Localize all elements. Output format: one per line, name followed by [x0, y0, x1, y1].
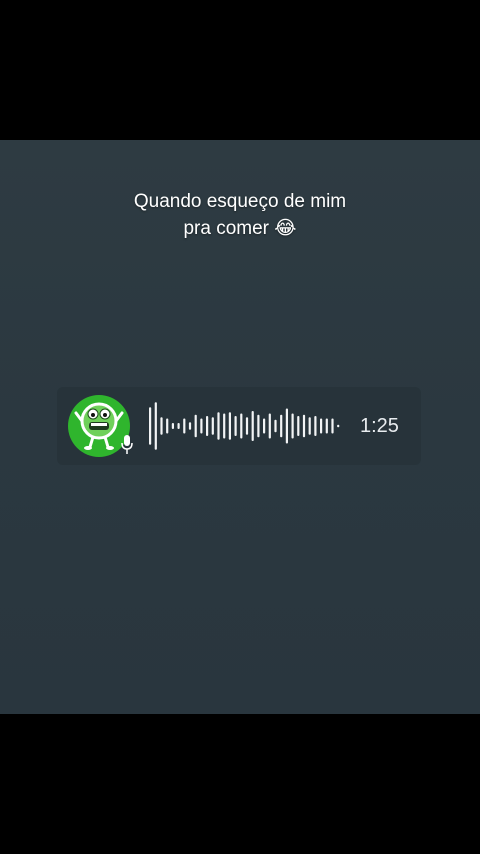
waveform-bar — [228, 412, 231, 440]
waveform-bar — [285, 408, 288, 444]
waveform-bar — [263, 418, 266, 434]
waveform-bar — [166, 418, 169, 434]
waveform-bar — [177, 423, 180, 429]
waveform-bar — [331, 418, 334, 434]
waveform-bar — [234, 416, 237, 436]
waveform-bar — [240, 413, 243, 439]
waveform-bar — [320, 418, 323, 434]
waveform-bar — [297, 416, 300, 436]
waveform-bar — [308, 417, 311, 435]
caption-line-1: Quando esqueço de mim — [133, 191, 347, 212]
waveform-bar — [245, 417, 249, 435]
waveform-bar — [160, 417, 163, 435]
waveform-bar — [211, 417, 214, 435]
waveform-bar — [194, 414, 197, 438]
caption-line-2: pra comer 😂 — [183, 218, 297, 239]
waveform-bar — [302, 414, 306, 438]
caption-text: Quando esqueço de mim pra comer 😂 — [0, 188, 480, 242]
waveform-bar — [314, 416, 317, 436]
waveform-bar — [291, 413, 294, 439]
waveform-bar — [280, 414, 283, 438]
waveform-bar — [337, 424, 340, 428]
waveform-bar — [217, 412, 220, 440]
microphone-icon — [120, 433, 134, 457]
waveform-bar — [251, 411, 254, 441]
waveform-bar — [200, 418, 203, 434]
voice-message-bubble[interactable]: 1:25 — [57, 387, 421, 465]
waveform-bar — [188, 422, 192, 430]
waveform-bar — [223, 413, 226, 439]
waveform-bar — [171, 423, 174, 429]
waveform-bar — [325, 418, 328, 434]
waveform-bar — [268, 413, 271, 439]
video-frame: Quando esqueço de mim pra comer 😂 1:25 — [0, 0, 480, 854]
duration-label: 1:25 — [360, 415, 399, 437]
waveform-bar — [206, 416, 209, 436]
avatar-container — [68, 395, 134, 459]
waveform-bar — [257, 414, 260, 438]
waveform-bar — [183, 418, 186, 434]
audio-waveform[interactable] — [149, 399, 349, 453]
waveform-bar — [149, 407, 152, 445]
content-area: Quando esqueço de mim pra comer 😂 1:25 — [0, 140, 480, 714]
waveform-bar — [274, 419, 277, 433]
waveform-bar — [154, 402, 157, 450]
